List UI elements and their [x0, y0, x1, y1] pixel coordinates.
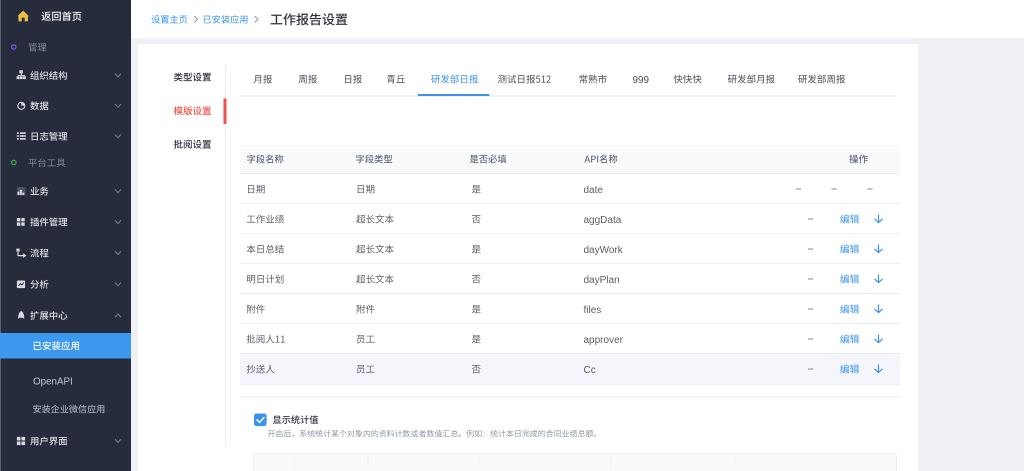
svg-text:OpenAPI: OpenAPI	[33, 376, 73, 387]
svg-text:dayPlan: dayPlan	[584, 275, 620, 286]
svg-text:Cc: Cc	[584, 365, 596, 376]
svg-text:date: date	[584, 185, 604, 196]
svg-text:aggData: aggData	[584, 215, 622, 226]
svg-text:999: 999	[633, 75, 650, 86]
svg-text:dayWork: dayWork	[584, 245, 624, 256]
svg-text:files: files	[584, 305, 602, 316]
svg-text:approver: approver	[584, 335, 624, 346]
